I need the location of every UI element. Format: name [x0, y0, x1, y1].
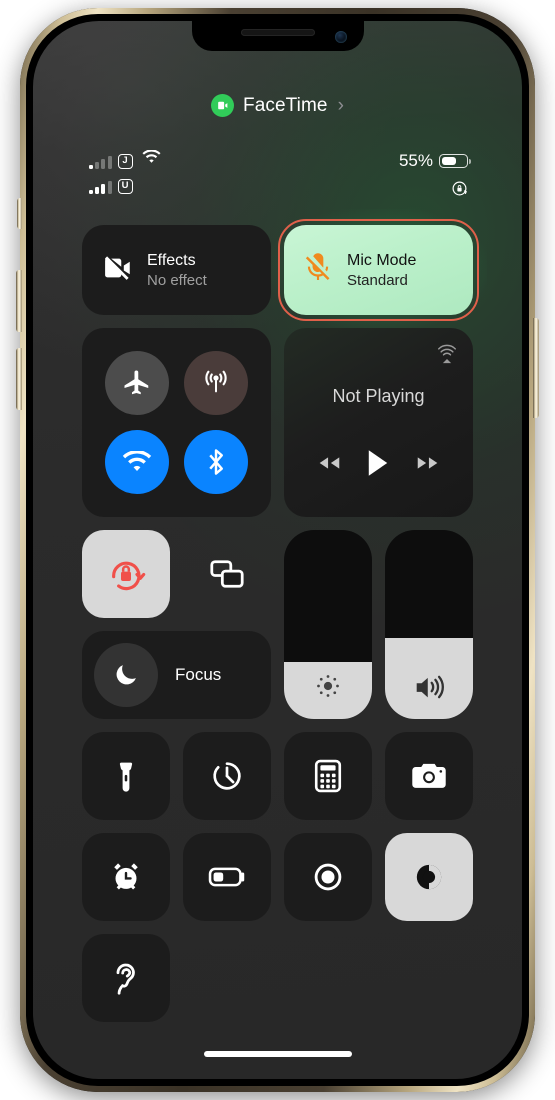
- focus-tile[interactable]: Focus: [82, 631, 271, 719]
- focus-label: Focus: [175, 665, 222, 684]
- home-indicator[interactable]: [203, 1051, 352, 1057]
- brightness-slider[interactable]: [284, 530, 372, 719]
- phone-screen: FaceTime › J U 55% Effects No effect Mic…: [33, 21, 522, 1079]
- shortcuts-row-3: [82, 934, 473, 1022]
- mic-mode-highlight-ring: [278, 219, 479, 321]
- play-icon[interactable]: [365, 448, 391, 483]
- screen-mirroring-button[interactable]: [183, 530, 271, 618]
- airplay-icon[interactable]: [436, 342, 458, 369]
- media-transport-controls: [284, 448, 473, 483]
- facetime-label: FaceTime: [243, 94, 328, 116]
- toggles-column: Focus: [82, 530, 271, 719]
- effects-title: Effects: [147, 251, 196, 269]
- speaker-icon: [385, 673, 473, 701]
- status-bar-right: 55%: [398, 151, 471, 197]
- fast-forward-icon[interactable]: [414, 453, 442, 478]
- calculator-button[interactable]: [284, 732, 372, 820]
- media-player-module: Not Playing: [284, 328, 473, 517]
- cellular-data-button[interactable]: [183, 351, 248, 416]
- sim1-tag: J: [117, 154, 133, 169]
- effects-tile[interactable]: Effects No effect: [82, 225, 271, 315]
- mic-mode-tile-wrapper: Mic Mode Standard: [270, 209, 487, 329]
- rotation-lock-status-icon: [399, 180, 468, 197]
- control-center: Effects No effect Mic Mode Standard Not …: [82, 209, 487, 1022]
- status-bar-left: J U: [89, 149, 161, 201]
- sim2-tag: U: [117, 179, 133, 194]
- shortcuts-row-2: [82, 833, 473, 921]
- timer-button[interactable]: [183, 732, 271, 820]
- power-button[interactable]: [533, 318, 539, 418]
- rotation-mirroring-pair: [82, 530, 271, 618]
- rewind-icon[interactable]: [315, 453, 343, 478]
- shortcuts-row-1: [82, 732, 473, 820]
- wifi-button[interactable]: [105, 429, 170, 494]
- wifi-icon: [142, 149, 161, 169]
- rotation-lock-button[interactable]: [82, 530, 170, 618]
- volume-up-button[interactable]: [16, 270, 22, 332]
- mute-switch[interactable]: [17, 198, 22, 229]
- bluetooth-button[interactable]: [183, 429, 248, 494]
- chevron-right-icon: ›: [337, 94, 344, 116]
- notch: [191, 21, 364, 51]
- signal-bars-icon: [89, 156, 112, 169]
- hearing-button[interactable]: [82, 934, 170, 1022]
- dark-mode-button[interactable]: [385, 833, 473, 921]
- video-camera-icon: [211, 94, 235, 117]
- call-controls-row: Effects No effect Mic Mode Standard: [82, 209, 487, 329]
- moon-icon: [94, 643, 158, 707]
- volume-slider[interactable]: [385, 530, 473, 719]
- volume-down-button[interactable]: [16, 348, 22, 410]
- connectivity-module: [82, 328, 271, 517]
- sim1-signal: J: [89, 149, 161, 169]
- alarm-button[interactable]: [82, 833, 170, 921]
- effects-text: Effects No effect: [147, 252, 207, 289]
- effects-subtitle: No effect: [147, 271, 207, 289]
- camera-button[interactable]: [385, 732, 473, 820]
- battery-indicator: 55%: [398, 151, 471, 171]
- brightness-icon: [284, 671, 372, 701]
- sim2-signal: U: [89, 176, 161, 194]
- video-off-icon: [100, 251, 134, 290]
- screenshot-root: FaceTime › J U 55% Effects No effect Mic…: [0, 0, 555, 1100]
- battery-percent: 55%: [398, 151, 433, 170]
- front-camera-icon: [334, 31, 347, 43]
- now-playing-title: Not Playing: [332, 386, 425, 406]
- screen-recording-button[interactable]: [284, 833, 372, 921]
- toggles-sliders-row: Focus: [82, 530, 473, 719]
- low-power-mode-button[interactable]: [183, 833, 271, 921]
- flashlight-button[interactable]: [82, 732, 170, 820]
- connectivity-media-row: Not Playing: [82, 328, 473, 517]
- airplane-mode-button[interactable]: [105, 351, 170, 416]
- facetime-status-pill[interactable]: FaceTime ›: [33, 94, 522, 117]
- battery-icon: [439, 154, 471, 168]
- signal-bars-icon: [89, 181, 112, 194]
- earpiece-speaker: [240, 29, 315, 36]
